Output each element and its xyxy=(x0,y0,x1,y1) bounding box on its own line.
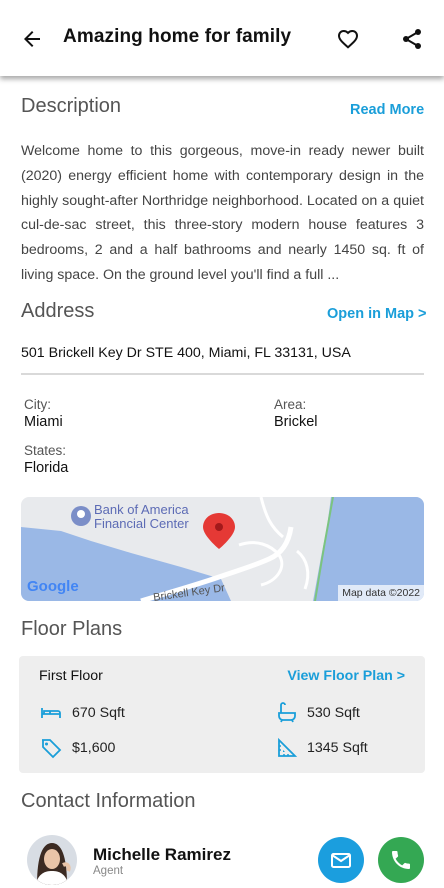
email-agent-button[interactable] xyxy=(318,837,364,883)
description-text: Welcome home to this gorgeous, move-in r… xyxy=(21,143,424,283)
price-value: $1,600 xyxy=(72,740,116,756)
description-heading: Description xyxy=(21,95,122,117)
state-value: Florida xyxy=(24,460,69,476)
google-logo: Google xyxy=(27,578,79,595)
call-agent-button[interactable] xyxy=(378,837,424,883)
heart-outline-icon[interactable] xyxy=(336,27,360,51)
ruler-triangle-icon xyxy=(276,737,298,759)
map-poi-name: Bank of America xyxy=(94,502,189,517)
app-bar: Amazing home for family xyxy=(0,0,444,76)
map-poi-name-2: Financial Center xyxy=(94,516,189,531)
read-more-link[interactable]: Read More xyxy=(350,102,424,118)
agent-avatar[interactable] xyxy=(27,835,77,885)
area-label: Area: xyxy=(274,397,307,412)
open-in-map-link[interactable]: Open in Map > xyxy=(327,306,427,322)
states-label: States: xyxy=(24,443,67,458)
mail-icon xyxy=(331,853,351,868)
total-area-value: 1345 Sqft xyxy=(307,740,368,756)
bed-area-value: 670 Sqft xyxy=(72,705,125,721)
map-attribution: Map data ©2022 xyxy=(338,585,424,601)
map-preview[interactable]: Bank of America Financial Center Brickel… xyxy=(21,497,424,601)
agent-role: Agent xyxy=(93,865,124,877)
address-line: 501 Brickell Key Dr STE 400, Miami, FL 3… xyxy=(21,345,351,361)
floor-plan-card: First Floor View Floor Plan > 670 Sqft 5… xyxy=(19,656,425,773)
city-label: City: xyxy=(24,397,51,412)
floor-name: First Floor xyxy=(39,668,103,684)
bath-area-value: 530 Sqft xyxy=(307,705,360,721)
bed-icon xyxy=(40,702,62,724)
address-divider xyxy=(21,373,424,375)
agent-name: Michelle Ramirez xyxy=(93,845,231,864)
bathtub-icon xyxy=(276,701,298,723)
address-heading: Address xyxy=(21,300,95,322)
phone-icon xyxy=(392,851,410,869)
page-title: Amazing home for family xyxy=(63,26,292,47)
price-tag-icon xyxy=(40,737,62,759)
floor-plans-heading: Floor Plans xyxy=(21,618,123,640)
share-icon[interactable] xyxy=(400,27,424,51)
contact-heading: Contact Information xyxy=(21,790,196,812)
back-arrow-icon[interactable] xyxy=(20,27,44,51)
city-value: Miami xyxy=(24,414,63,430)
view-floor-plan-link[interactable]: View Floor Plan > xyxy=(287,668,405,684)
area-value: Brickel xyxy=(274,414,318,430)
